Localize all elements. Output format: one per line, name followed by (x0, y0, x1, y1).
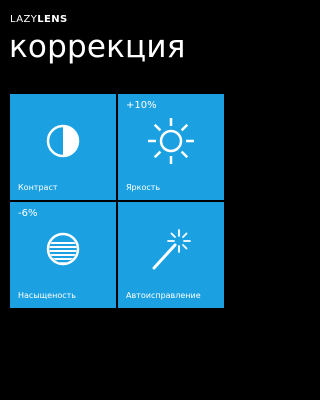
tile-label: Насыщеность (18, 291, 76, 300)
tile-label: Автоисправление (126, 291, 201, 300)
page-title: коррекция (9, 29, 186, 65)
app-title-bold: LENS (37, 14, 68, 25)
saturation-icon (46, 232, 80, 266)
tile-saturation[interactable]: -6% Насыщеность (10, 202, 116, 308)
tile-label: Яркость (126, 183, 161, 192)
tile-autofix[interactable]: Автоисправление (118, 202, 224, 308)
tile-value: +10% (126, 100, 157, 111)
magic-wand-icon (152, 229, 191, 270)
contrast-icon (46, 124, 80, 158)
tile-brightness[interactable]: +10% Яркость (118, 94, 224, 200)
tile-value: -6% (18, 208, 38, 219)
tile-contrast[interactable]: Контраст (10, 94, 116, 200)
tile-label: Контраст (18, 183, 58, 192)
app-title: LAZYLENS (10, 14, 68, 25)
app-title-light: LAZY (10, 14, 38, 25)
sun-icon (148, 118, 194, 164)
